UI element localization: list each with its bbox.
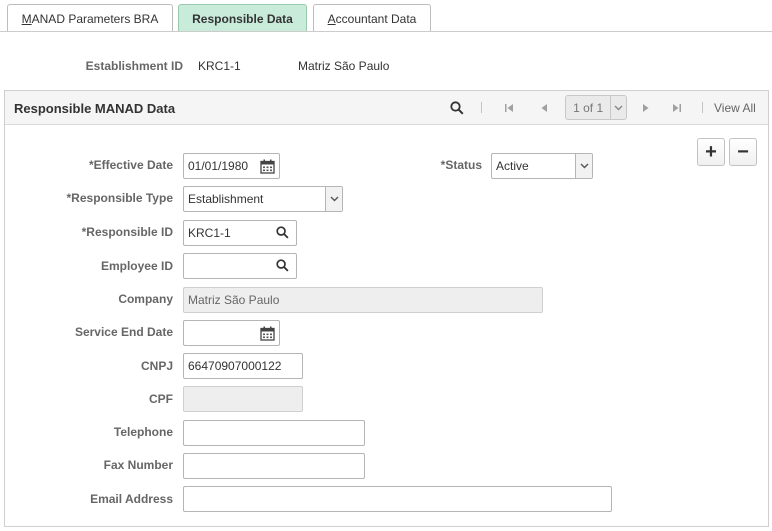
tab-responsible-data[interactable]: Responsible Data (178, 4, 307, 32)
establishment-id-label: Establishment ID (85, 59, 183, 73)
company-field: Matriz São Paulo (183, 287, 543, 313)
page-selector[interactable]: 1 of 1 (565, 95, 627, 120)
effective-date-value: 01/01/1980 (188, 159, 249, 173)
responsible-manad-panel: Responsible MANAD Data 1 of 1 View All + (4, 90, 769, 527)
next-page-icon[interactable] (642, 91, 650, 125)
employee-id-field[interactable] (183, 253, 297, 279)
fax-number-field[interactable] (183, 453, 365, 479)
page-selector-value: 1 of 1 (573, 100, 604, 115)
establishment-description: Matriz São Paulo (298, 59, 390, 73)
nav-separator (702, 102, 703, 113)
last-page-icon[interactable] (672, 91, 682, 125)
status-label: *Status (440, 158, 482, 172)
cpf-label: CPF (149, 392, 173, 406)
email-address-field[interactable] (183, 486, 612, 512)
responsible-type-value: Establishment (188, 192, 264, 206)
telephone-field[interactable] (183, 420, 365, 446)
responsible-type-label: *Responsible Type (66, 191, 173, 205)
employee-id-label: Employee ID (100, 259, 173, 273)
plus-icon: + (705, 141, 717, 163)
tab-label: ccountant Data (335, 11, 417, 26)
minus-icon: − (737, 141, 749, 163)
nav-separator (481, 102, 482, 113)
delete-row-button[interactable]: − (729, 138, 757, 166)
cnpj-label: CNPJ (140, 359, 173, 373)
calendar-icon[interactable] (260, 159, 275, 174)
service-end-date-label: Service End Date (74, 325, 173, 339)
calendar-icon[interactable] (260, 326, 275, 341)
status-select[interactable]: Active (491, 153, 593, 179)
chevron-down-icon (325, 187, 342, 211)
tab-manad-parameters-bra[interactable]: M ANAD Parameters BRA (7, 4, 173, 32)
effective-date-label: *Effective Date (88, 158, 173, 172)
service-end-date-field[interactable] (183, 320, 280, 346)
company-label: Company (118, 292, 173, 306)
responsible-id-label: *Responsible ID (81, 225, 173, 239)
add-row-button[interactable]: + (697, 138, 725, 166)
responsible-id-field[interactable]: KRC1-1 (183, 220, 297, 246)
view-all-link[interactable]: View All (714, 101, 756, 115)
telephone-label: Telephone (113, 425, 173, 439)
cnpj-value: 66470907000122 (188, 359, 282, 373)
cnpj-field[interactable]: 66470907000122 (183, 353, 303, 379)
lookup-search-icon[interactable] (276, 259, 290, 273)
email-address-label: Email Address (90, 492, 173, 506)
company-value: Matriz São Paulo (188, 293, 280, 307)
lookup-search-icon[interactable] (276, 226, 290, 240)
chevron-down-icon (575, 154, 592, 178)
previous-page-icon[interactable] (540, 91, 548, 125)
tab-label-underline: A (327, 11, 336, 26)
tab-label: ANAD Parameters BRA (31, 11, 159, 26)
tab-bar: M ANAD Parameters BRA Responsible Data Ac… (0, 4, 772, 32)
cpf-field (183, 386, 303, 412)
first-page-icon[interactable] (504, 91, 514, 125)
search-icon[interactable] (450, 91, 464, 125)
tab-label: Responsible Data (192, 11, 293, 26)
establishment-id-value: KRC1-1 (198, 59, 241, 73)
panel-header: Responsible MANAD Data 1 of 1 View All (5, 91, 768, 125)
tab-label-underline: M (21, 11, 32, 26)
tab-divider (0, 31, 772, 32)
effective-date-field[interactable]: 01/01/1980 (183, 153, 280, 179)
responsible-type-select[interactable]: Establishment (183, 186, 343, 212)
fax-number-label: Fax Number (103, 458, 173, 472)
chevron-down-icon (610, 96, 626, 119)
panel-title: Responsible MANAD Data (14, 101, 176, 116)
tab-accountant-data[interactable]: Accountant Data (313, 4, 431, 32)
